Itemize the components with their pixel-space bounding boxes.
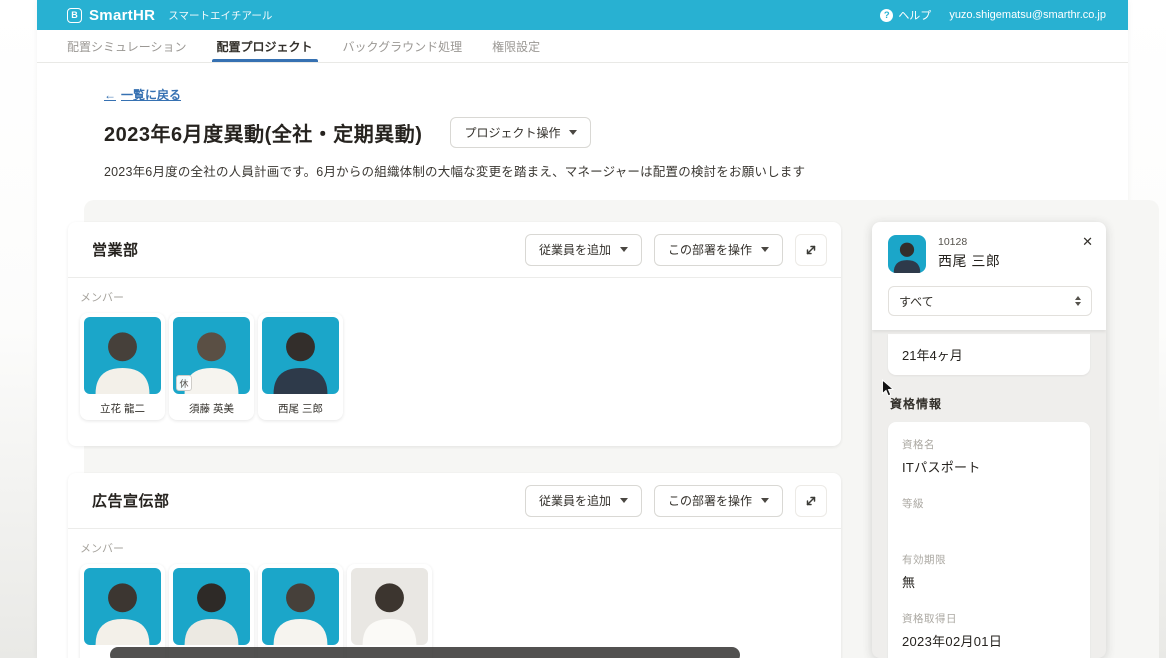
brand-name: SmartHR <box>89 7 155 24</box>
diagonal-arrows-icon <box>804 243 818 257</box>
member-card[interactable]: 休 須藤 英美 <box>169 313 254 420</box>
filter-selected-value: すべて <box>899 293 934 310</box>
add-employee-button[interactable]: 従業員を追加 <box>525 485 642 517</box>
department-name: 広告宣伝部 <box>92 490 170 511</box>
tab-haichi-project[interactable]: 配置プロジェクト <box>217 30 313 62</box>
person-avatar-icon <box>173 568 250 645</box>
diagonal-arrows-icon <box>804 494 818 508</box>
field-value: 2023年02月01日 <box>902 631 1076 650</box>
select-arrows-icon <box>1075 296 1081 306</box>
app-header: B SmartHR スマートエイチアール ? ヘルプ yuzo.shigemat… <box>37 0 1128 30</box>
smarthr-logo-icon: B <box>67 8 82 23</box>
brand-kana: スマートエイチアール <box>168 8 272 23</box>
add-employee-label: 従業員を追加 <box>539 241 611 258</box>
chevron-down-icon <box>620 498 628 503</box>
video-scrubber-bar[interactable] <box>110 647 740 658</box>
qualification-card: 資格名 ITパスポート 等級 有効期限 無 資格取得日 2023年02月01日 <box>888 422 1090 658</box>
close-icon[interactable]: ✕ <box>1082 235 1093 248</box>
field-label: 等級 <box>902 496 1076 511</box>
chevron-down-icon <box>761 247 769 252</box>
member-photo <box>262 317 339 394</box>
member-card[interactable] <box>169 564 254 658</box>
person-avatar-icon <box>84 568 161 645</box>
field-label: 資格名 <box>902 437 1076 452</box>
operate-department-button[interactable]: この部署を操作 <box>654 485 783 517</box>
member-card[interactable] <box>80 564 165 658</box>
person-avatar-icon <box>84 317 161 394</box>
operate-department-label: この部署を操作 <box>668 492 752 509</box>
page-title: 2023年6月度異動(全社・定期異動) <box>104 118 422 147</box>
tab-background-processing[interactable]: バックグラウンド処理 <box>343 30 463 62</box>
project-description: 2023年6月度の全社の人員計画です。6月からの組織体制の大幅な変更を踏まえ、マ… <box>104 161 805 180</box>
add-employee-button[interactable]: 従業員を追加 <box>525 234 642 266</box>
leave-badge: 休 <box>176 375 192 391</box>
project-operations-label: プロジェクト操作 <box>464 124 560 141</box>
person-avatar-icon <box>888 235 926 273</box>
member-photo <box>84 568 161 645</box>
member-photo <box>262 568 339 645</box>
info-filter-select[interactable]: すべて <box>888 286 1092 316</box>
member-card[interactable] <box>258 564 343 658</box>
help-label: ヘルプ <box>898 7 931 23</box>
department-header: 広告宣伝部 従業員を追加 この部署を操作 <box>68 473 841 529</box>
tenure-card: 21年4ヶ月 <box>888 334 1090 375</box>
department-name: 営業部 <box>92 239 139 260</box>
chevron-down-icon <box>761 498 769 503</box>
member-name: 立花 龍二 <box>84 401 161 414</box>
help-link[interactable]: ? ヘルプ <box>880 7 931 23</box>
department-card-sales: 営業部 従業員を追加 この部署を操作 メンバー <box>68 222 841 446</box>
field-label: 有効期限 <box>902 552 1076 567</box>
member-photo <box>351 568 428 645</box>
member-photo: 休 <box>173 317 250 394</box>
chevron-down-icon <box>620 247 628 252</box>
person-avatar-icon <box>262 317 339 394</box>
back-to-list-link[interactable]: ← 一覧に戻る <box>104 86 181 103</box>
department-body: メンバー 立花 龍二 休 須藤 英美 <box>68 278 841 420</box>
employee-detail-panel: 10128 西尾 三郎 ✕ すべて 21年4ヶ月 資格情報 資格名 ITパスポー… <box>872 222 1106 658</box>
employee-detail-header: 10128 西尾 三郎 ✕ すべて <box>872 222 1106 330</box>
qualification-section-title: 資格情報 <box>890 395 1090 412</box>
members-label: メンバー <box>80 289 829 305</box>
field-value: ITパスポート <box>902 457 1076 476</box>
operate-department-button[interactable]: この部署を操作 <box>654 234 783 266</box>
person-avatar-icon <box>351 568 428 645</box>
expand-collapse-button[interactable] <box>795 234 827 266</box>
department-body: メンバー <box>68 529 841 658</box>
tab-navigation: 配置シミュレーション 配置プロジェクト バックグラウンド処理 権限設定 <box>37 30 1128 63</box>
project-operations-button[interactable]: プロジェクト操作 <box>450 117 591 148</box>
question-circle-icon: ? <box>880 9 893 22</box>
field-value: 無 <box>902 572 1076 591</box>
operate-department-label: この部署を操作 <box>668 241 752 258</box>
user-email[interactable]: yuzo.shigematsu@smarthr.co.jp <box>949 9 1106 21</box>
field-value <box>902 516 1076 532</box>
screen: B SmartHR スマートエイチアール ? ヘルプ yuzo.shigemat… <box>0 0 1166 658</box>
employee-avatar <box>888 235 926 273</box>
department-card-advertising: 広告宣伝部 従業員を追加 この部署を操作 メンバー <box>68 473 841 658</box>
tab-haichi-simulation[interactable]: 配置シミュレーション <box>67 30 187 62</box>
employee-id: 10128 <box>938 236 1000 248</box>
tenure-value: 21年4ヶ月 <box>902 345 963 364</box>
members-label: メンバー <box>80 540 829 556</box>
department-header: 営業部 従業員を追加 この部署を操作 <box>68 222 841 278</box>
member-card[interactable]: 西尾 三郎 <box>258 313 343 420</box>
back-link-label: 一覧に戻る <box>121 86 181 103</box>
expand-collapse-button[interactable] <box>795 485 827 517</box>
add-employee-label: 従業員を追加 <box>539 492 611 509</box>
person-avatar-icon <box>262 568 339 645</box>
member-photo <box>173 568 250 645</box>
employee-name: 西尾 三郎 <box>938 251 1000 271</box>
member-tiles <box>80 564 829 658</box>
back-arrow-icon: ← <box>104 88 116 102</box>
member-name: 西尾 三郎 <box>262 401 339 414</box>
employee-detail-body: 21年4ヶ月 資格情報 資格名 ITパスポート 等級 有効期限 無 資格取得日 <box>872 330 1106 658</box>
member-card[interactable]: 立花 龍二 <box>80 313 165 420</box>
member-photo <box>84 317 161 394</box>
field-label: 資格取得日 <box>902 611 1076 626</box>
chevron-down-icon <box>569 130 577 135</box>
page-title-row: 2023年6月度異動(全社・定期異動) プロジェクト操作 <box>104 117 591 148</box>
member-tiles: 立花 龍二 休 須藤 英美 西尾 三郎 <box>80 313 829 420</box>
member-card[interactable] <box>347 564 432 658</box>
member-name: 須藤 英美 <box>173 401 250 414</box>
tab-permission-settings[interactable]: 権限設定 <box>492 30 540 62</box>
